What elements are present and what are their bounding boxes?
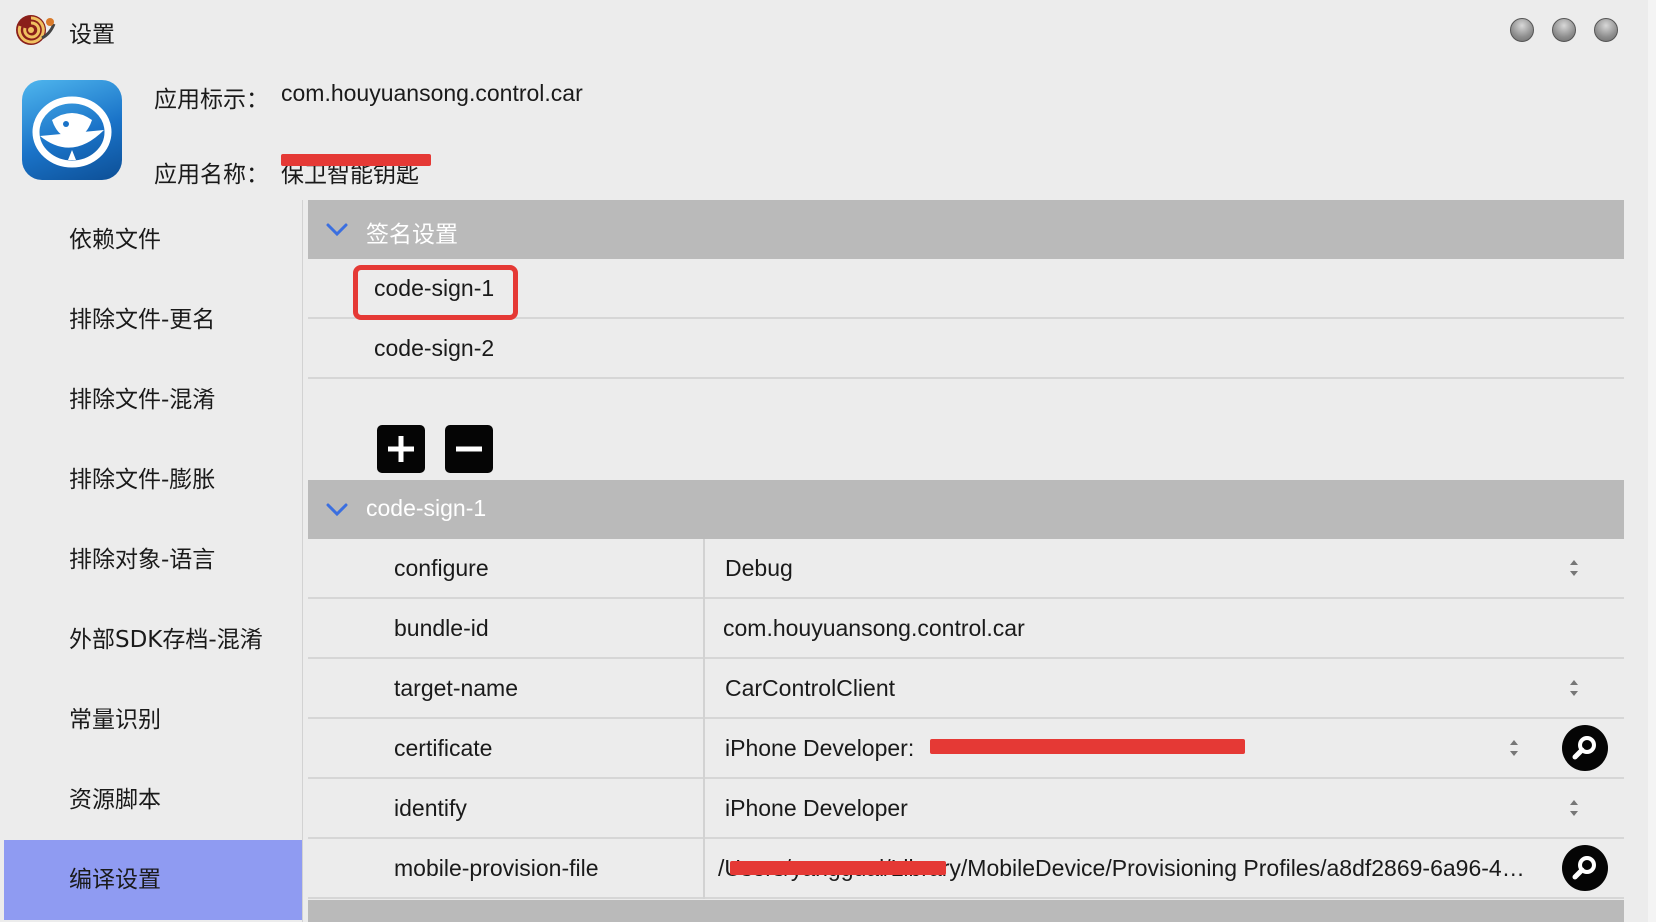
next-section-header[interactable] [308,900,1624,922]
list-item-code-sign-2[interactable]: code-sign-2 [308,319,1624,379]
sidebar-item-external-sdk[interactable]: 外部SDK存档-混淆 [4,600,302,680]
sidebar-item-label: 排除文件-膨胀 [69,467,216,493]
whale-app-icon [22,80,122,180]
minus-icon [456,446,482,452]
property-key: mobile-provision-file [394,855,599,881]
list-item-label: code-sign-1 [374,275,495,301]
sidebar-item-resource-script[interactable]: 资源脚本 [4,760,302,840]
configure-select[interactable]: Debug [725,555,793,582]
bundle-id-field[interactable]: com.houyuansong.control.car [723,615,1025,642]
stepper-arrows-icon[interactable] [1568,797,1580,819]
chevron-down-icon [326,503,348,517]
magnifier-icon [1572,736,1596,760]
window-minimize-button[interactable] [1552,18,1576,42]
plus-icon [388,436,414,462]
sidebar-item-label: 依赖文件 [69,227,161,253]
provision-file-search-button[interactable] [1562,845,1608,891]
window-title: 设置 [69,22,115,48]
certificate-select[interactable]: iPhone Developer: [725,735,914,762]
sidebar-item-dependency-files[interactable]: 依赖文件 [4,200,302,280]
sidebar-item-build-settings[interactable]: 编译设置 [4,840,302,920]
list-item-code-sign-1[interactable]: code-sign-1 [308,259,1624,320]
property-key: target-name [394,675,519,701]
column-divider [703,719,705,779]
sidebar-item-exclude-rename[interactable]: 排除文件-更名 [4,280,302,360]
property-key: identify [394,795,467,821]
property-row-mobile-provision-file: mobile-provision-file /Users/yangguai/Li… [308,839,1624,899]
window-zoom-button[interactable] [1594,18,1618,42]
detail-section-header[interactable]: code-sign-1 [308,480,1624,539]
sidebar: 依赖文件 排除文件-更名 排除文件-混淆 排除文件-膨胀 排除对象-语言 外部S… [4,200,303,922]
app-name-label: 应用名称： [154,162,269,188]
sidebar-item-exclude-inflate[interactable]: 排除文件-膨胀 [4,440,302,520]
app-identifier-value: com.houyuansong.control.car [281,80,583,106]
column-divider [703,839,705,899]
chevron-down-icon [326,223,348,237]
identify-select[interactable]: iPhone Developer [725,795,908,822]
signing-section-title: 签名设置 [366,222,458,248]
property-row-identify: identify iPhone Developer [308,779,1624,839]
app-logo-icon [14,8,56,50]
sidebar-item-label: 常量识别 [69,707,161,733]
property-row-configure: configure Debug [308,539,1624,599]
redaction-mark [281,154,431,166]
app-identifier-label: 应用标示： [154,87,269,113]
column-divider [703,599,705,659]
property-key: certificate [394,735,493,761]
property-row-bundle-id: bundle-id com.houyuansong.control.car [308,599,1624,659]
signing-section-header[interactable]: 签名设置 [308,200,1624,259]
sidebar-item-label: 排除文件-更名 [69,307,216,333]
main-panel: 签名设置 code-sign-1 code-sign-2 code-sign-1 [308,200,1624,922]
redaction-mark [930,739,1245,754]
sidebar-item-label: 编译设置 [69,867,161,893]
sidebar-item-label: 排除文件-混淆 [69,387,216,413]
stepper-arrows-icon[interactable] [1568,557,1580,579]
magnifier-icon [1572,856,1596,880]
certificate-search-button[interactable] [1562,725,1608,771]
column-divider [703,779,705,839]
property-key: configure [394,555,489,581]
background-window-edge [1648,0,1656,922]
window-close-button[interactable] [1510,18,1534,42]
sidebar-item-label: 资源脚本 [69,787,161,813]
property-row-certificate: certificate iPhone Developer: [308,719,1624,779]
list-item-label: code-sign-2 [374,335,495,361]
sidebar-item-label: 排除对象-语言 [69,547,216,573]
column-divider [703,659,705,719]
redaction-mark [730,861,946,875]
target-name-select[interactable]: CarControlClient [725,675,895,702]
sidebar-item-exclude-obfuscate[interactable]: 排除文件-混淆 [4,360,302,440]
stepper-arrows-icon[interactable] [1508,737,1520,759]
remove-sign-button[interactable] [445,425,493,473]
sidebar-item-constant-recognition[interactable]: 常量识别 [4,680,302,760]
stepper-arrows-icon[interactable] [1568,677,1580,699]
property-row-target-name: target-name CarControlClient [308,659,1624,719]
property-key: bundle-id [394,615,489,641]
add-sign-button[interactable] [377,425,425,473]
column-divider [703,539,705,599]
sidebar-item-label: 外部SDK存档-混淆 [69,627,263,653]
settings-window: 设置 应用标示： com.houyuansong.control.car 应用名… [0,0,1649,922]
sidebar-item-exclude-language[interactable]: 排除对象-语言 [4,520,302,600]
detail-section-title: code-sign-1 [366,495,487,521]
